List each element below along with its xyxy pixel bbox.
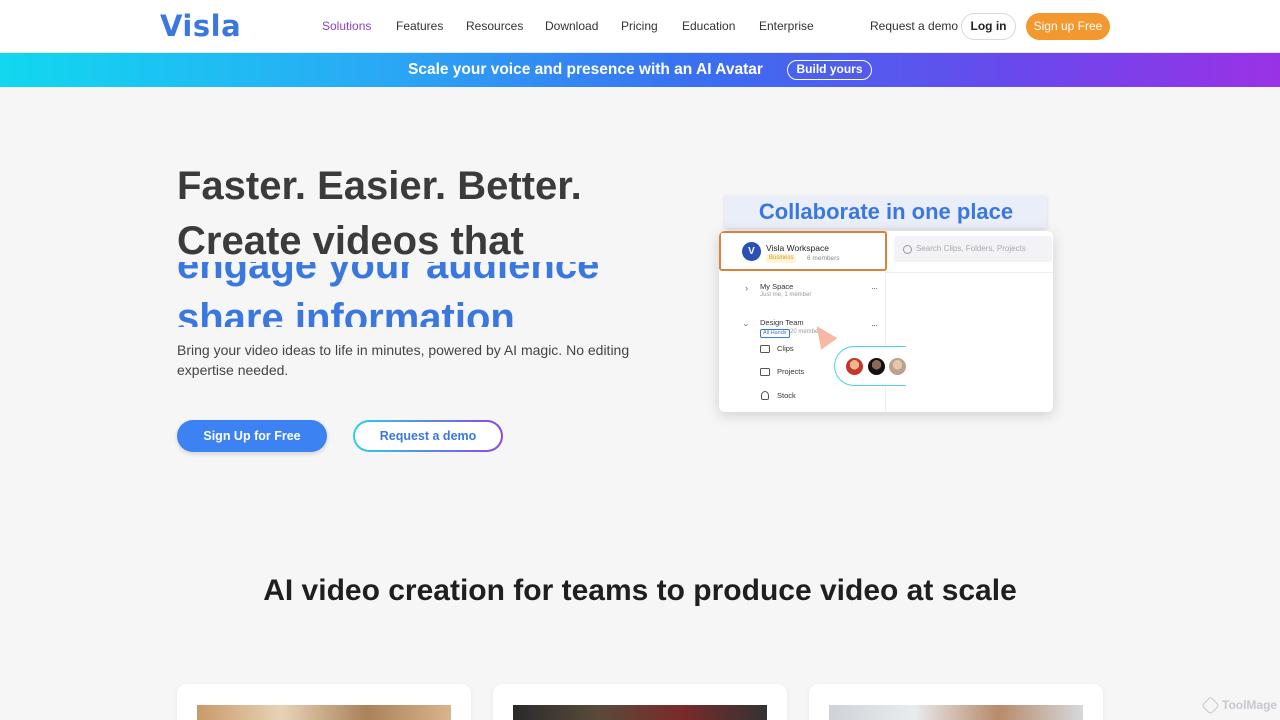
card-image <box>197 705 451 720</box>
hero-subtitle: Bring your video ideas to life in minute… <box>177 342 630 378</box>
card-image <box>829 705 1083 720</box>
all-hands-tag: All Hands <box>760 329 790 338</box>
nav-resources[interactable]: Resources <box>466 0 523 53</box>
build-yours-button[interactable]: Build yours <box>787 60 872 80</box>
nav-solutions[interactable]: Solutions <box>322 0 371 53</box>
nav-enterprise[interactable]: Enterprise <box>759 0 814 53</box>
promo-banner[interactable]: Scale your voice and presence with an AI… <box>0 53 1280 87</box>
business-badge: Business <box>766 254 797 263</box>
watermark: ToolMage <box>1222 698 1278 712</box>
login-button[interactable]: Log in <box>961 13 1016 40</box>
section-title: AI video creation for teams to produce v… <box>263 574 1017 607</box>
chevron-down-icon: › <box>741 323 752 327</box>
hero-headline-line1: Faster. Easier. Better. <box>177 164 582 208</box>
request-demo-button[interactable]: Request a demo <box>353 420 503 452</box>
banner-text: Scale your voice and presence with an AI… <box>408 61 763 78</box>
projects-icon <box>760 368 770 376</box>
more-icon: ··· <box>871 283 878 293</box>
collaborate-title: Collaborate in one place <box>725 196 1047 228</box>
stock-label: Stock <box>777 391 796 400</box>
nav-download[interactable]: Download <box>545 0 598 53</box>
hero-rotating-text: engage your audience share information <box>177 262 657 327</box>
avatar <box>845 357 864 376</box>
more-icon: ··· <box>871 320 878 330</box>
design-team-label: Design Team <box>760 318 804 327</box>
request-demo-link[interactable]: Request a demo <box>870 0 958 53</box>
stock-icon <box>761 391 769 400</box>
my-space-sub: Just me, 1 member <box>760 292 812 298</box>
visla-workspace-logo-icon: V <box>742 242 761 261</box>
avatar <box>867 357 886 376</box>
card-image <box>513 705 767 720</box>
workspace-members: 6 members <box>807 255 840 262</box>
projects-label: Projects <box>777 367 805 376</box>
search-icon <box>903 245 912 254</box>
signup-button[interactable]: Sign up Free <box>1026 13 1110 40</box>
collaborator-avatars <box>834 346 907 386</box>
visla-logo[interactable]: Visla <box>160 9 241 43</box>
clips-icon <box>760 345 770 353</box>
clips-label: Clips <box>777 344 794 353</box>
nav-pricing[interactable]: Pricing <box>621 0 658 53</box>
rotating-phrase-engage: engage your audience <box>177 262 600 287</box>
my-space-label: My Space <box>760 282 794 291</box>
workspace-selector: V Visla Workspace Business 6 members <box>719 231 887 271</box>
mockup-search-input: Search Clips, Folders, Projects <box>894 236 1052 262</box>
chevron-right-icon: › <box>745 283 748 293</box>
avatar <box>888 357 907 376</box>
signup-free-button[interactable]: Sign Up for Free <box>177 420 327 452</box>
nav-features[interactable]: Features <box>396 0 443 53</box>
workspace-name: Visla Workspace <box>766 243 829 253</box>
rotating-phrase-share: share information <box>177 296 515 327</box>
nav-education[interactable]: Education <box>682 0 735 53</box>
hero-headline-line2: Create videos that <box>177 219 524 263</box>
site-header: Visla Solutions Features Resources Downl… <box>0 0 1280 53</box>
toolmage-logo-icon <box>1201 696 1220 715</box>
